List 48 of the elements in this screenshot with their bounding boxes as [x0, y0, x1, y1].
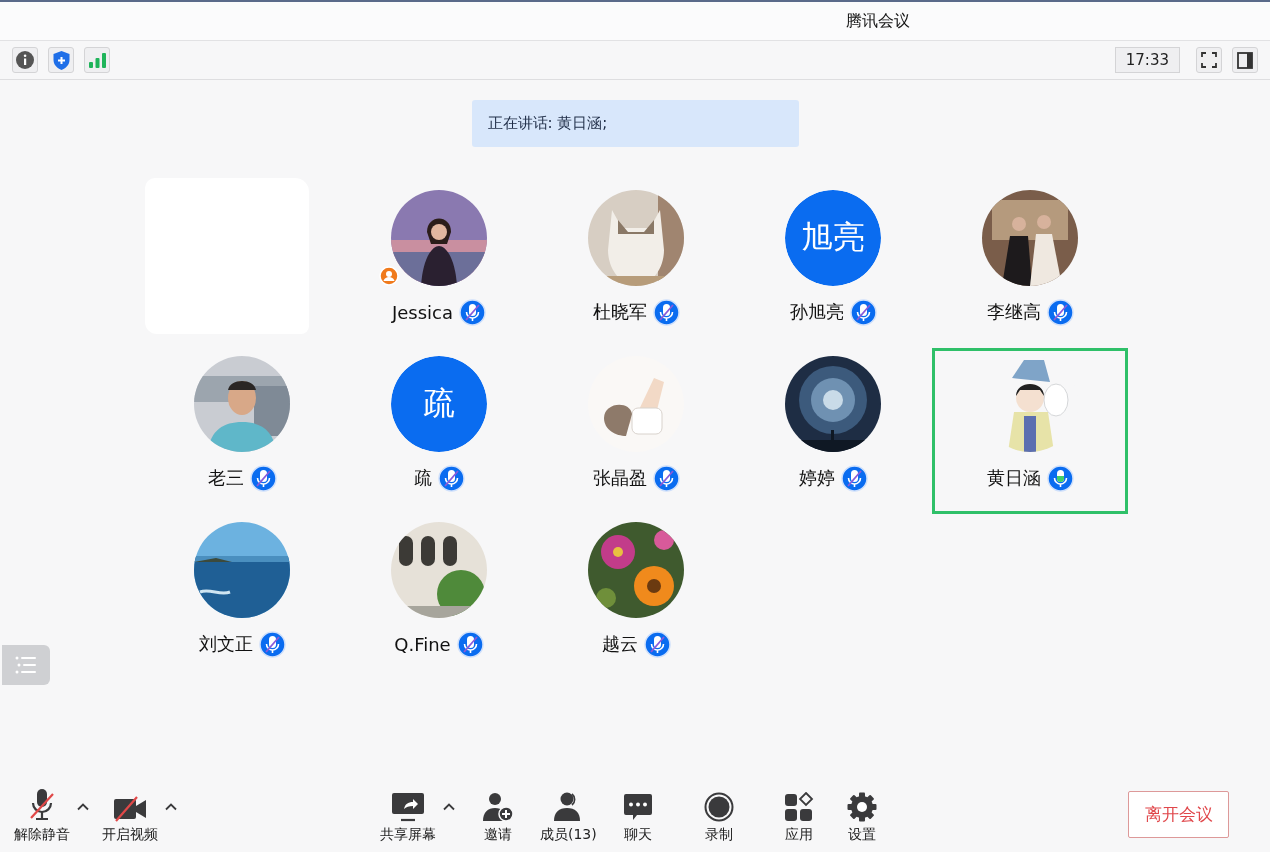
sidebar-toggle-button[interactable]: [1232, 47, 1258, 73]
participant-name: 刘文正: [198, 632, 253, 656]
speaking-banner: 正在讲话: 黄日涵;: [471, 100, 799, 147]
add-person-icon: [482, 792, 514, 822]
chat-icon: [622, 792, 653, 822]
invite-button[interactable]: 邀请: [482, 788, 514, 844]
participant-name: 老三: [207, 466, 244, 490]
participant-name: 李继高: [986, 300, 1041, 324]
members-button[interactable]: 成员(13): [540, 788, 597, 844]
signal-icon: [88, 52, 106, 68]
info-icon: [16, 51, 34, 69]
participant-name: Q.Fine: [394, 633, 451, 655]
caret-icon[interactable]: [442, 802, 456, 811]
security-button[interactable]: [48, 47, 74, 73]
participant-name: 疏: [413, 466, 432, 490]
settings-button[interactable]: 设置: [846, 788, 877, 844]
info-button[interactable]: [12, 47, 38, 73]
participant-name: 婷婷: [798, 466, 835, 490]
meeting-time: 17:33: [1114, 47, 1180, 73]
record-button[interactable]: 录制: [703, 788, 734, 844]
shield-icon: [52, 50, 70, 70]
participant-name: 孙旭亮: [789, 300, 844, 324]
caret-icon[interactable]: [76, 802, 90, 811]
window-title: 腾讯会议: [846, 10, 910, 32]
participant-name: Jessica: [391, 301, 454, 323]
mic-off-button[interactable]: 解除静音: [14, 788, 70, 844]
apps-icon: [783, 792, 814, 822]
share-screen-icon: [391, 792, 425, 822]
participant-name: 张晶盈: [592, 466, 647, 490]
video-off-button[interactable]: 开启视频: [102, 788, 158, 844]
participant-name: 杜晓军: [592, 300, 647, 324]
avatar-initials: 旭亮: [785, 190, 881, 286]
settings-icon: [846, 792, 877, 822]
participant-name: 越云: [601, 632, 638, 656]
side-panel-icon: [1237, 51, 1253, 69]
participant-name: 黄日涵: [986, 466, 1041, 490]
record-icon: [703, 792, 734, 822]
microphone-muted-icon: [27, 788, 57, 822]
share-button[interactable]: 共享屏幕: [380, 788, 436, 844]
fullscreen-icon: [1201, 52, 1217, 68]
camera-muted-icon: [113, 796, 147, 822]
avatar-initials: 疏: [391, 356, 487, 452]
list-icon: [15, 656, 37, 674]
caret-icon[interactable]: [164, 802, 178, 811]
chat-button[interactable]: 聊天: [622, 788, 653, 844]
fullscreen-button[interactable]: [1196, 47, 1222, 73]
leave-meeting-button[interactable]: 离开会议: [1128, 791, 1229, 838]
apps-button[interactable]: 应用: [783, 788, 814, 844]
